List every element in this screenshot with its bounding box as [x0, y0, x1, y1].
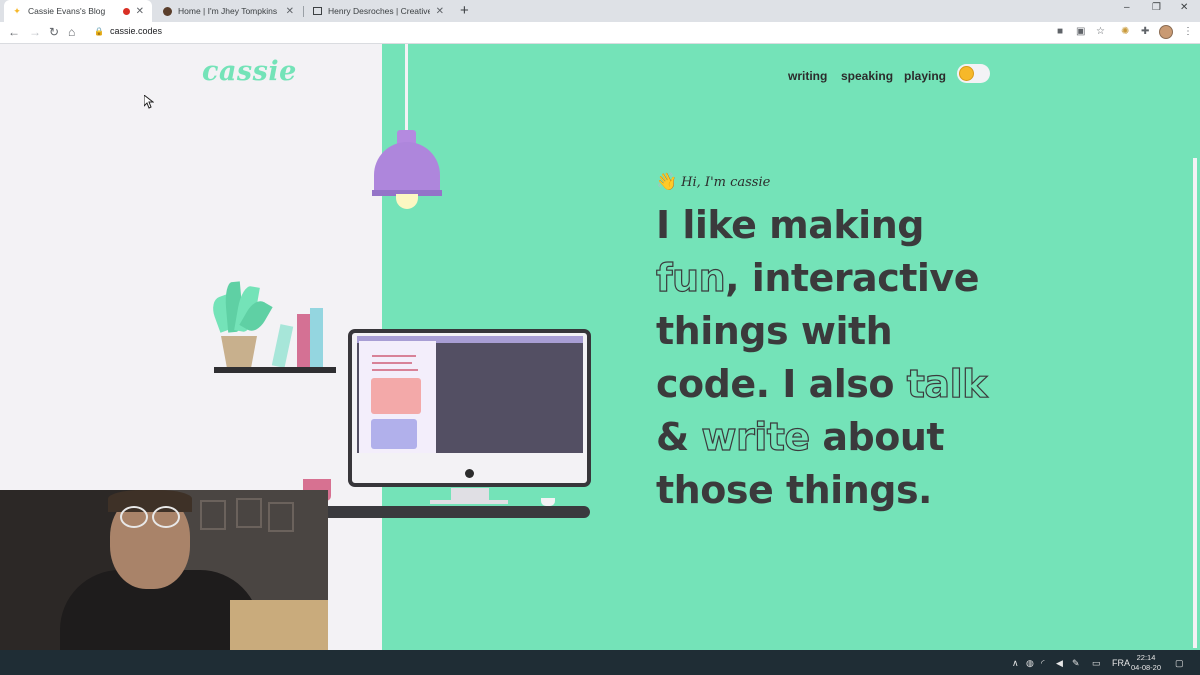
- browser-toolbar: ← → ↻ ⌂ 🔒 cassie.codes ■ ▣ ☆ ✺ ✚ ⋮: [0, 22, 1200, 44]
- greeting: 👋 Hi, I'm cassie: [656, 172, 770, 192]
- headline-text: those things.: [656, 468, 933, 512]
- sun-knob-icon: [959, 66, 974, 81]
- screen-card: [371, 419, 417, 449]
- book: [310, 308, 323, 367]
- address-bar[interactable]: 🔒 cassie.codes: [94, 26, 162, 36]
- reload-button[interactable]: ↻: [49, 25, 59, 39]
- new-tab-button[interactable]: +: [460, 2, 469, 19]
- picture-frame: [200, 500, 226, 530]
- screen-line: [372, 362, 412, 364]
- profile-avatar[interactable]: [1159, 25, 1173, 39]
- book: [297, 314, 310, 367]
- language-indicator[interactable]: FRA: [1112, 658, 1130, 668]
- lock-icon: 🔒: [94, 26, 104, 36]
- tab-strip: ✦ Cassie Evans's Blog ✕ Home | I'm Jhey …: [0, 0, 1200, 22]
- headline-text: about: [809, 415, 945, 459]
- recording-dot-icon: [122, 7, 130, 15]
- picture-frame: [268, 502, 294, 532]
- headline-text: code. I also: [656, 362, 907, 406]
- monitor-camera-dot: [465, 469, 474, 478]
- clock-time: 22:14: [1136, 653, 1156, 662]
- close-tab-icon[interactable]: ✕: [286, 6, 294, 17]
- bear-favicon-icon: [162, 6, 172, 16]
- tab-cassie-evans-blog[interactable]: ✦ Cassie Evans's Blog ✕: [4, 0, 152, 22]
- theme-toggle[interactable]: [957, 64, 990, 83]
- glasses-right: [152, 506, 180, 528]
- pen-icon[interactable]: ✎: [1072, 658, 1080, 669]
- cup: [541, 498, 555, 506]
- webcam-overlay: [0, 490, 328, 675]
- taskbar-clock[interactable]: 22:14 04-08-20: [1131, 653, 1161, 673]
- picture-frame: [236, 498, 262, 528]
- wifi-icon[interactable]: ◜: [1041, 658, 1045, 669]
- puzzle-icon[interactable]: ✚: [1141, 26, 1149, 37]
- tab-henry-desroches[interactable]: Henry Desroches | Creative Deve ✕: [304, 0, 452, 22]
- tab-jhey-tompkins[interactable]: Home | I'm Jhey Tompkins ✕: [154, 0, 302, 22]
- headline-text: things with: [656, 309, 893, 353]
- headline-line: & write about: [656, 411, 1016, 464]
- volume-icon[interactable]: ◀: [1056, 658, 1063, 669]
- close-tab-icon[interactable]: ✕: [436, 6, 444, 17]
- headline-line: code. I also talk: [656, 358, 1016, 411]
- tab-title: Henry Desroches | Creative Deve: [328, 6, 430, 16]
- translate-icon[interactable]: ▣: [1076, 26, 1085, 37]
- screen-line: [372, 355, 416, 357]
- video-camera-icon[interactable]: ■: [1057, 26, 1063, 37]
- keyboard-icon[interactable]: ▭: [1092, 658, 1101, 669]
- monitor-base: [430, 500, 508, 504]
- forward-button[interactable]: →: [29, 25, 41, 39]
- nav-playing[interactable]: playing: [904, 69, 946, 83]
- wall-shelf: [214, 367, 336, 373]
- tab-title: Cassie Evans's Blog: [28, 6, 106, 16]
- close-tab-icon[interactable]: ✕: [136, 6, 144, 17]
- headline-line: I like making: [656, 199, 1016, 252]
- word-talk: talk: [906, 361, 988, 406]
- headline-line: fun, interactive: [655, 252, 1016, 305]
- headline-line: those things.: [656, 464, 1016, 517]
- desk: [300, 506, 590, 518]
- screen-card: [371, 378, 421, 414]
- close-window-button[interactable]: ✕: [1180, 2, 1188, 13]
- clock-date: 04-08-20: [1131, 663, 1162, 672]
- headline-text: , interactive: [725, 256, 979, 300]
- headline-line: things with: [656, 305, 1016, 358]
- nav-speaking[interactable]: speaking: [841, 69, 893, 83]
- page-scrollbar[interactable]: [1193, 158, 1197, 648]
- star-icon[interactable]: ☆: [1096, 26, 1105, 37]
- home-button[interactable]: ⌂: [68, 25, 75, 39]
- greeting-text: Hi, I'm cassie: [681, 174, 771, 190]
- person-hair: [108, 490, 192, 512]
- glasses-left: [120, 506, 148, 528]
- book: [271, 324, 294, 368]
- network-icon[interactable]: ◍: [1026, 658, 1034, 669]
- back-button[interactable]: ←: [8, 25, 20, 39]
- notifications-icon[interactable]: ▢: [1175, 658, 1184, 669]
- site-logo[interactable]: cassie: [202, 56, 297, 87]
- headline-text: &: [656, 415, 702, 459]
- url-text: cassie.codes: [109, 26, 162, 36]
- headline-text: I like making: [656, 203, 924, 247]
- word-write: write: [701, 414, 811, 459]
- os-taskbar: ∧ ◍ ◜ ◀ ✎ ▭ FRA 22:14 04-08-20 ▢: [0, 650, 1200, 675]
- sparkle-favicon-icon: ✦: [13, 5, 21, 16]
- chevron-up-icon[interactable]: ∧: [1012, 658, 1019, 669]
- hero-headline: I like making fun, interactive things wi…: [655, 199, 1016, 517]
- extension-icon[interactable]: ✺: [1121, 26, 1129, 37]
- minimize-button[interactable]: –: [1124, 2, 1130, 13]
- screen-line: [372, 369, 418, 371]
- image-favicon-icon: [312, 6, 322, 16]
- restore-button[interactable]: ❐: [1152, 2, 1161, 13]
- plant-pot: [221, 336, 257, 367]
- lamp-cord: [405, 44, 408, 132]
- mouse-cursor-icon: [144, 95, 154, 109]
- menu-icon[interactable]: ⋮: [1183, 26, 1193, 37]
- waving-hand-icon: 👋: [656, 172, 678, 191]
- tab-title: Home | I'm Jhey Tompkins: [178, 6, 278, 16]
- word-fun: fun: [655, 255, 726, 300]
- nav-writing[interactable]: writing: [788, 69, 827, 83]
